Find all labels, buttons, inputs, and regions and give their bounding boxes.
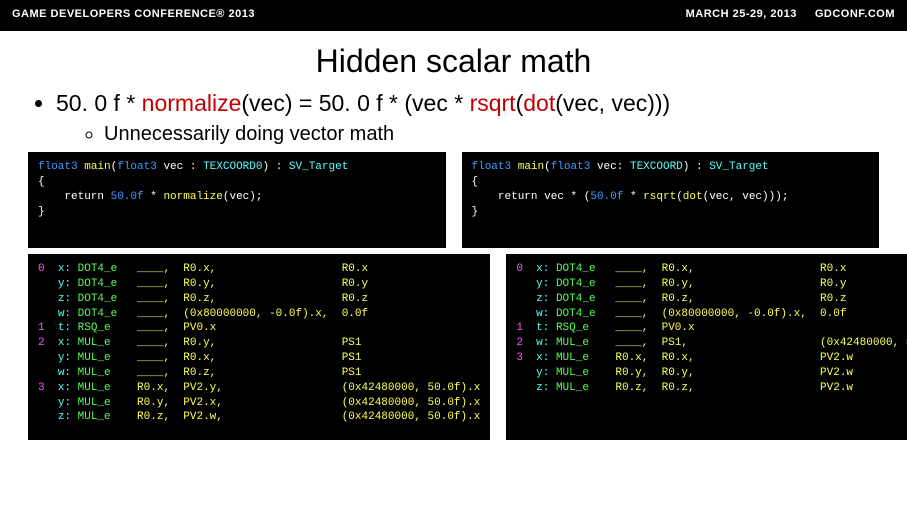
main-bullet-list: 50. 0 f * normalize(vec) = 50. 0 f * (ve… bbox=[28, 90, 879, 146]
sub-bullet-list: Unnecessarily doing vector math bbox=[56, 123, 879, 146]
asm-right: 0 x: DOT4_e ____, R0.x, R0.x y: DOT4_e _… bbox=[506, 254, 907, 440]
source-code-row: float3 main(float3 vec : TEXCOORD0) : SV… bbox=[28, 152, 879, 248]
conference-dates: MARCH 25-29, 2013 bbox=[686, 8, 797, 20]
slide-title: Hidden scalar math bbox=[28, 43, 879, 80]
asm-left: 0 x: DOT4_e ____, R0.x, R0.x y: DOT4_e _… bbox=[28, 254, 490, 440]
main-bullet: 50. 0 f * normalize(vec) = 50. 0 f * (ve… bbox=[56, 90, 879, 146]
sub-bullet: Unnecessarily doing vector math bbox=[104, 123, 879, 146]
slide-body: Hidden scalar math 50. 0 f * normalize(v… bbox=[0, 31, 907, 440]
conference-site: GDCONF.COM bbox=[815, 8, 895, 20]
source-left: float3 main(float3 vec : TEXCOORD0) : SV… bbox=[28, 152, 446, 248]
bullet-text: (vec, vec))) bbox=[555, 90, 670, 116]
bullet-text: (vec) = 50. 0 f * (vec * bbox=[241, 90, 469, 116]
bullet-fn-dot: dot bbox=[523, 90, 555, 116]
bullet-text: 50. 0 f * bbox=[56, 90, 142, 116]
bullet-fn-normalize: normalize bbox=[142, 90, 242, 116]
asm-code-row: 0 x: DOT4_e ____, R0.x, R0.x y: DOT4_e _… bbox=[28, 254, 879, 440]
conference-name: GAME DEVELOPERS CONFERENCE® 2013 bbox=[12, 8, 255, 20]
source-right: float3 main(float3 vec: TEXCOORD) : SV_T… bbox=[462, 152, 880, 248]
header-bar: GAME DEVELOPERS CONFERENCE® 2013 MARCH 2… bbox=[0, 0, 907, 31]
bullet-fn-rsqrt: rsqrt bbox=[470, 90, 516, 116]
